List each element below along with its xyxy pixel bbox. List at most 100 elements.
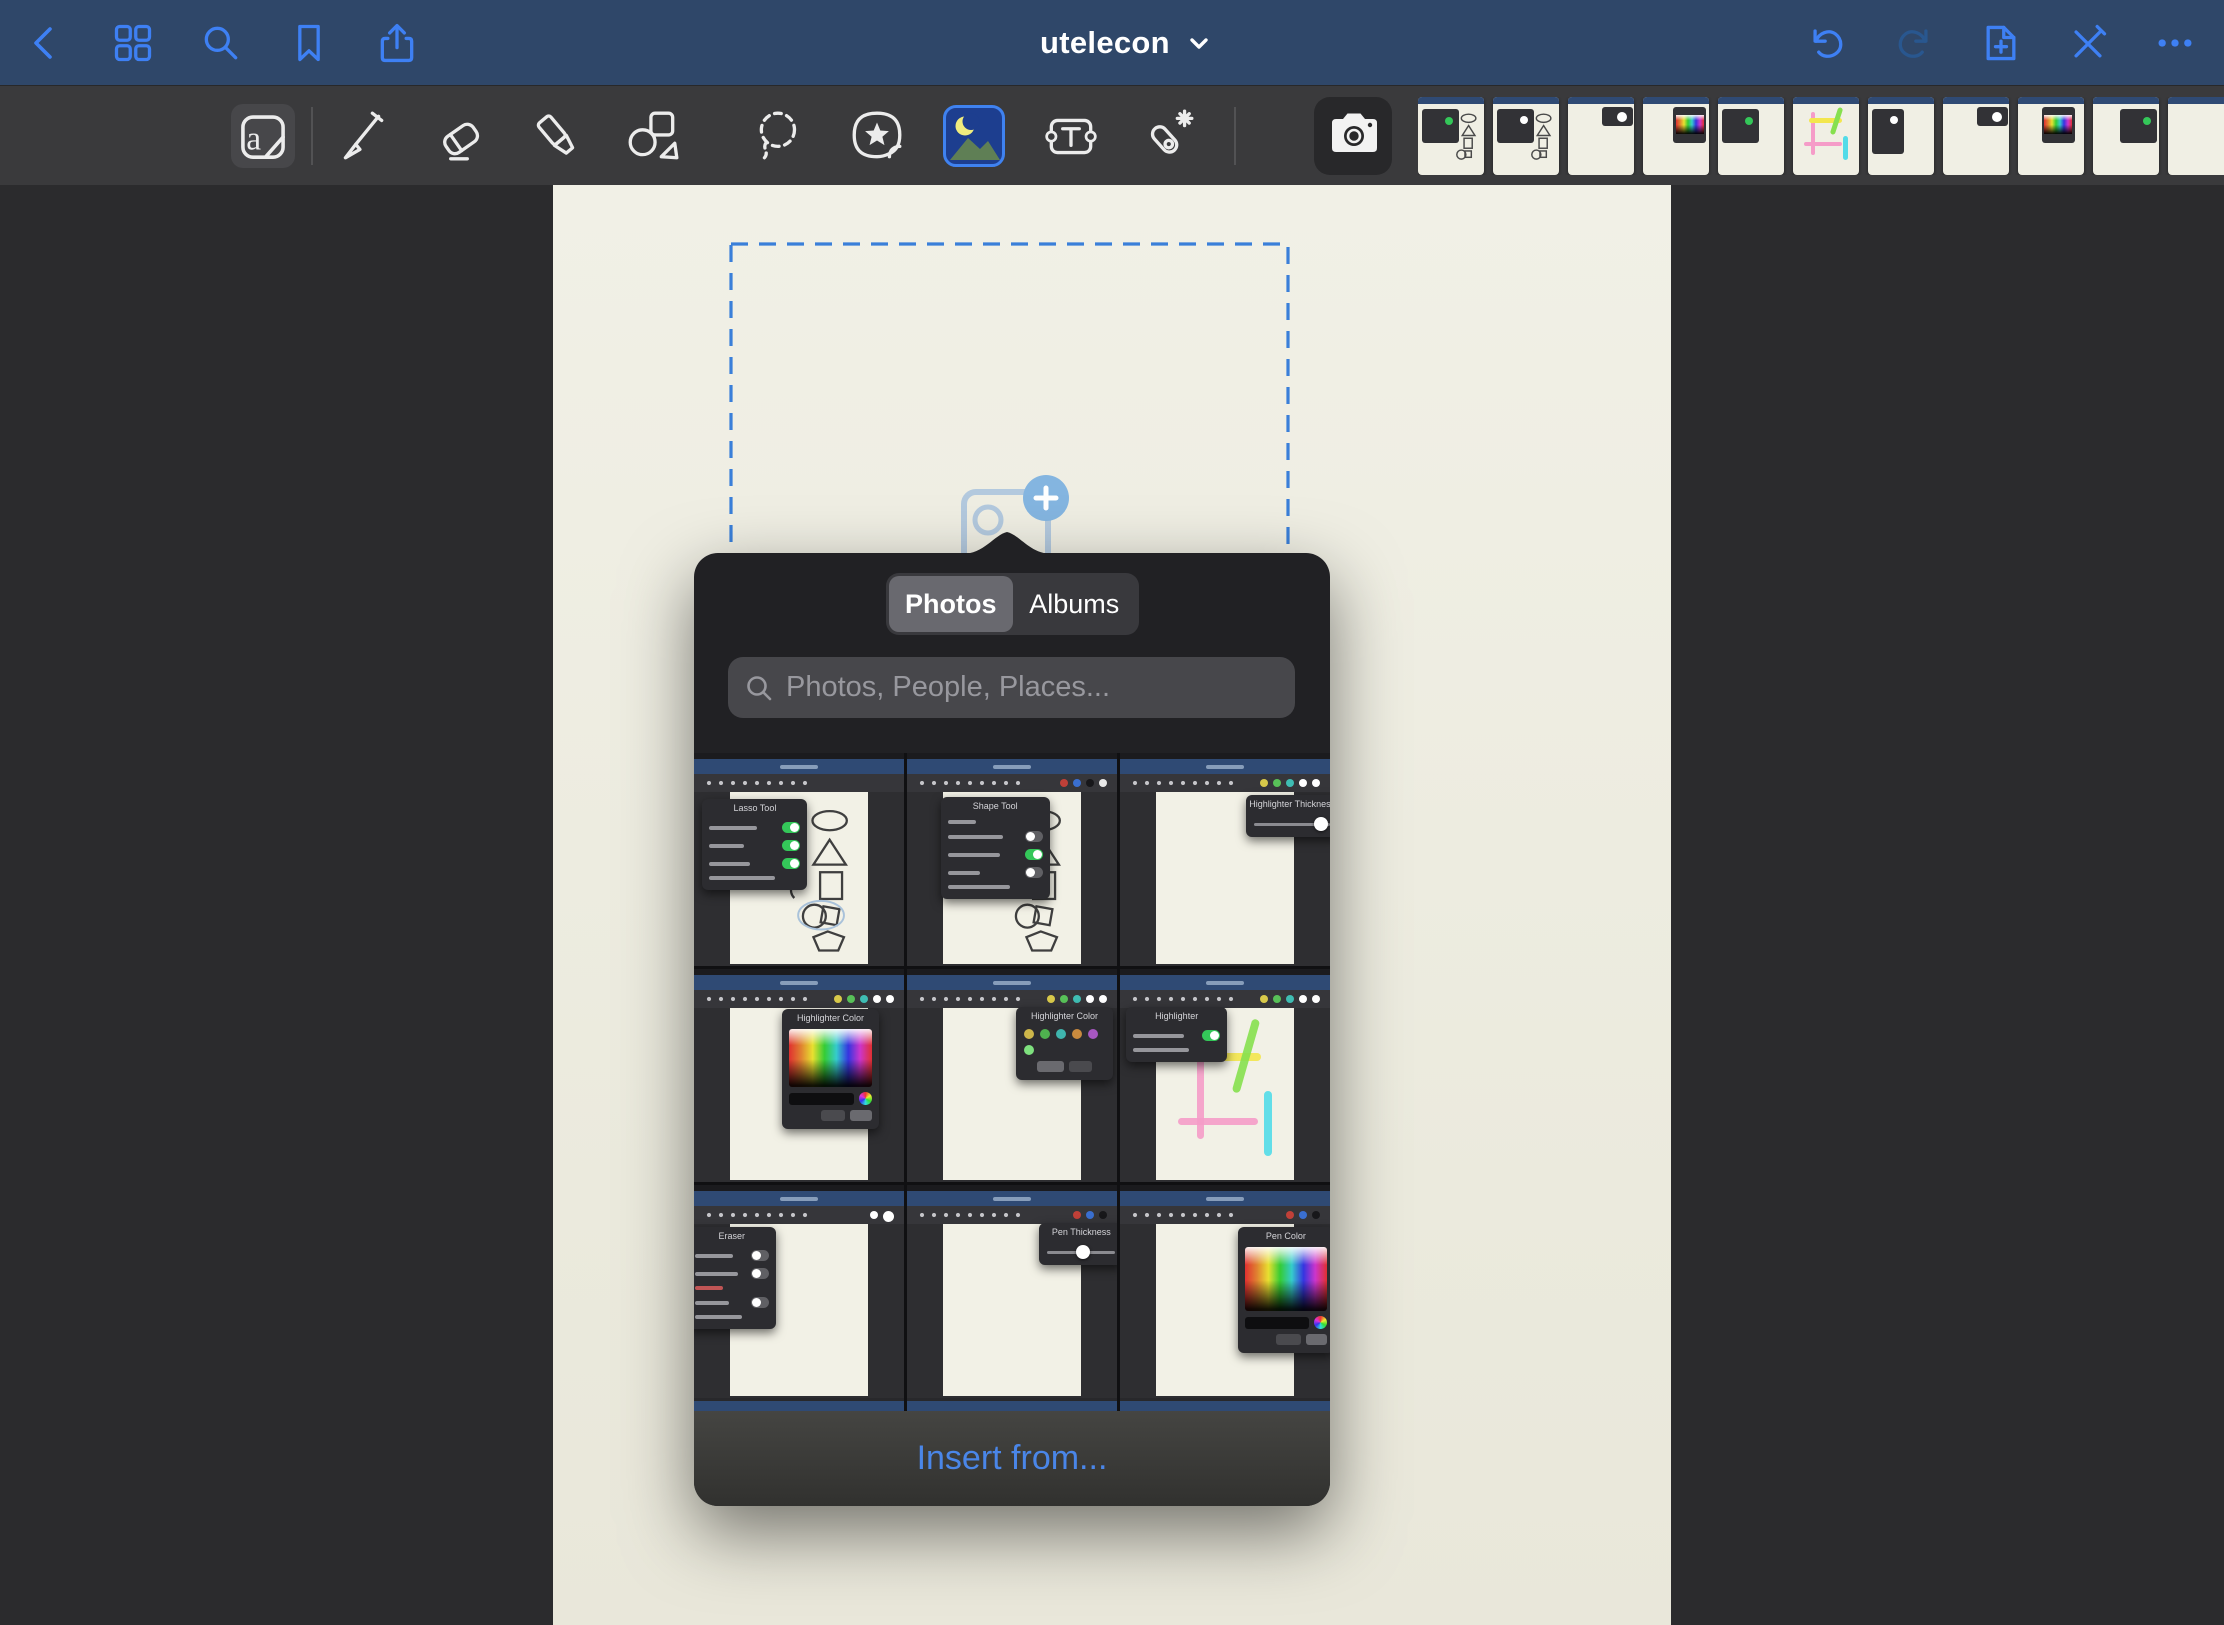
partial-thumbnail[interactable] (907, 1398, 1117, 1411)
add-image-plus-badge (1023, 475, 1069, 521)
popover-arrow (962, 529, 1052, 554)
document-title: utelecon (1040, 25, 1170, 61)
highlighter-tool[interactable] (507, 86, 604, 186)
tab-photos[interactable]: Photos (889, 576, 1013, 632)
end-editing-button[interactable] (2065, 20, 2111, 66)
eraser-tool[interactable] (410, 86, 507, 186)
page-thumbnail[interactable] (2018, 97, 2084, 175)
shapes-tool[interactable] (604, 86, 701, 186)
sticker-star-icon (848, 107, 906, 165)
mini-color-icons (834, 995, 894, 1003)
pages-overview-button[interactable] (110, 20, 156, 66)
photo-thumbnail[interactable]: Pen Thickness (907, 1185, 1117, 1398)
mini-color-icons (1260, 779, 1320, 787)
mini-popover: Highlighter Color (782, 1009, 879, 1129)
share-button[interactable] (374, 20, 420, 66)
page-thumbnail[interactable] (1793, 97, 1859, 175)
text-tool[interactable] (1022, 86, 1119, 186)
lasso-tool[interactable] (731, 86, 828, 186)
thumb-navbar (2018, 97, 2084, 104)
mini-navbar (1120, 1191, 1330, 1206)
thumb-menu-overlay (2120, 109, 2157, 143)
mini-color-grid (789, 1029, 872, 1087)
mini-popover-title: Shape Tool (941, 800, 1050, 813)
mini-navbar (1120, 759, 1330, 774)
redo-icon (1892, 21, 1936, 65)
page-thumbnail[interactable] (1418, 97, 1484, 175)
stickers-tool[interactable] (828, 86, 925, 186)
search-input[interactable] (786, 671, 1279, 704)
mini-popover-title: Eraser (694, 1230, 776, 1243)
back-button[interactable] (22, 20, 68, 66)
back-icon (23, 21, 67, 65)
page-thumbnail[interactable] (1568, 97, 1634, 175)
photo-thumbnail[interactable]: Highlighter Thickness (1120, 753, 1330, 966)
photo-thumbnail[interactable]: Lasso Tool (694, 753, 904, 966)
photo-thumbnail[interactable]: Pen Color (1120, 1185, 1330, 1398)
thumb-navbar (1718, 97, 1784, 104)
mini-color-icons (1260, 995, 1320, 1003)
photo-grid-partial-row (694, 1398, 1330, 1411)
search-button[interactable] (198, 20, 244, 66)
thumb-navbar (1418, 97, 1484, 104)
convert-handwriting-tool[interactable]: a (214, 86, 311, 186)
photos-search-field[interactable] (728, 657, 1295, 718)
bookmark-button[interactable] (286, 20, 332, 66)
photos-popover: Photos Albums (694, 553, 1330, 1506)
text-tool-icon (1042, 107, 1100, 165)
thumb-menu-overlay (1872, 109, 1904, 154)
app-window: utelecon (0, 0, 2224, 1625)
more-button[interactable] (2152, 20, 2198, 66)
thumb-colorgrid-overlay (1673, 107, 1706, 143)
partial-thumbnail[interactable] (1120, 1398, 1330, 1411)
page-thumbnail[interactable] (2093, 97, 2159, 175)
add-page-icon (1979, 21, 2023, 65)
navigation-bar: utelecon (0, 0, 2224, 85)
thumb-slider-overlay (1977, 107, 2007, 126)
page-thumbnail[interactable] (2168, 97, 2224, 175)
page-thumbnail[interactable] (1718, 97, 1784, 175)
photo-thumbnail[interactable]: Highlighter (1120, 969, 1330, 1182)
mini-color-grid (1245, 1247, 1328, 1311)
mini-color-icons (1073, 1211, 1107, 1219)
photo-thumbnail[interactable]: Shape Tool (907, 753, 1117, 966)
thumb-navbar (2093, 97, 2159, 104)
search-icon (744, 673, 774, 703)
document-title-button[interactable]: utelecon (1040, 0, 1212, 85)
page-thumbnail[interactable] (1493, 97, 1559, 175)
pen-tool[interactable] (313, 86, 410, 186)
image-tool[interactable] (925, 86, 1022, 186)
thumb-navbar (2168, 97, 2224, 104)
page-thumbnail[interactable] (1943, 97, 2009, 175)
photo-thumbnail[interactable]: Eraser (694, 1185, 904, 1398)
mini-color-icons (870, 1211, 894, 1222)
navbar-right-group (1804, 0, 2224, 85)
mini-navbar (694, 759, 904, 774)
mini-popover: Eraser (694, 1227, 776, 1329)
add-page-button[interactable] (1978, 20, 2024, 66)
convert-tool-background: a (231, 104, 295, 168)
plus-icon (1033, 485, 1059, 511)
page-thumbnail[interactable] (1868, 97, 1934, 175)
tab-albums[interactable]: Albums (1013, 576, 1137, 632)
laser-pointer-icon (1139, 107, 1197, 165)
laser-pointer-tool[interactable] (1119, 86, 1216, 186)
page-thumbnail-strip (1418, 97, 2224, 175)
thumb-navbar (1493, 97, 1559, 104)
partial-thumbnail[interactable] (694, 1398, 904, 1411)
undo-button[interactable] (1804, 20, 1850, 66)
lasso-icon (751, 107, 809, 165)
camera-button[interactable] (1314, 97, 1392, 175)
redo-button[interactable] (1891, 20, 1937, 66)
image-tool-icon (943, 105, 1005, 167)
photos-albums-segmented-control: Photos Albums (886, 573, 1139, 635)
mini-tool-icons (705, 996, 814, 1002)
mini-popover-title: Lasso Tool (702, 802, 807, 815)
insert-from-button[interactable]: Insert from... (917, 1439, 1108, 1478)
thumb-navbar (1943, 97, 2009, 104)
photo-thumbnail[interactable]: Highlighter Color (694, 969, 904, 1182)
mini-popover-title: Highlighter Color (782, 1012, 879, 1025)
camera-icon (1324, 111, 1382, 161)
photo-thumbnail[interactable]: Highlighter Color (907, 969, 1117, 1182)
page-thumbnail[interactable] (1643, 97, 1709, 175)
